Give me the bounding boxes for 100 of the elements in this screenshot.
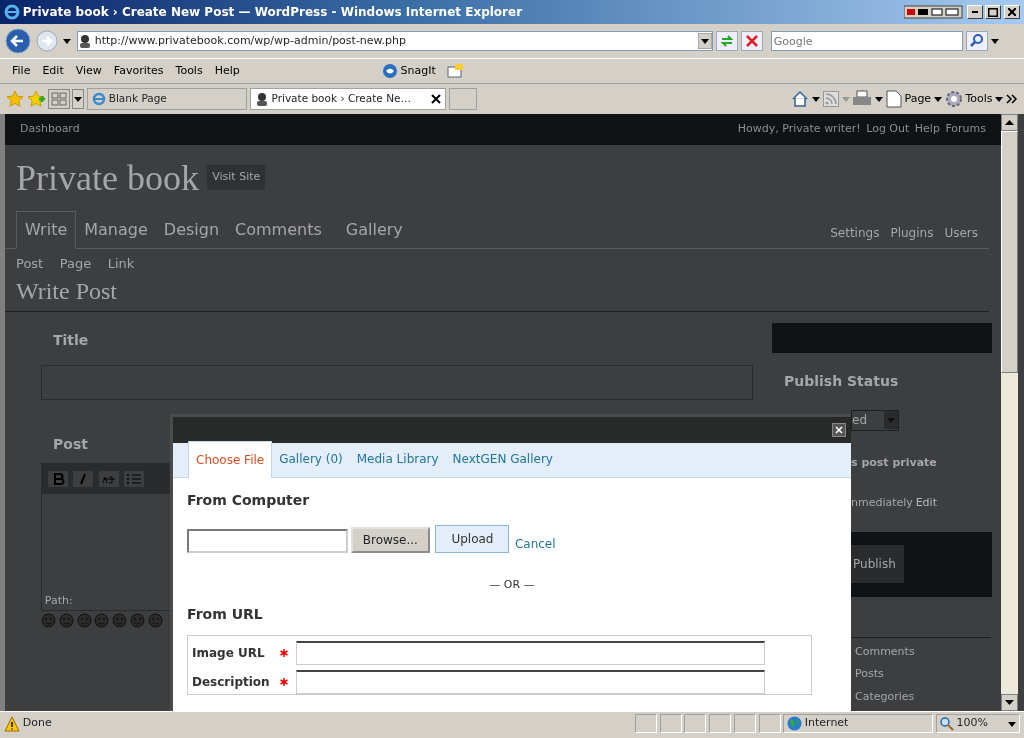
section-heading: From Computer [187,491,311,510]
close-icon[interactable] [430,94,441,104]
scroll-thumb[interactable] [1001,131,1018,373]
dropdown-icon [884,411,898,429]
submenu-link[interactable]: Page [59,254,92,274]
admin-link[interactable]: Log Out [866,121,910,138]
menu-tab[interactable]: Manage [76,211,156,248]
status-panel [709,714,731,733]
field-label: Image URL [192,644,266,662]
stop-icon[interactable] [740,31,763,51]
caret-icon[interactable] [875,95,883,103]
sidebar-link[interactable]: Categories [855,688,992,705]
caret-icon[interactable] [933,95,942,103]
caret-icon[interactable] [61,37,72,45]
security-zone-text: Internet [804,715,849,732]
tools-menu-button[interactable]: Tools [965,90,993,108]
snagit-icon[interactable] [381,63,398,79]
window-maximize-button[interactable] [985,5,1002,19]
dialog-tab[interactable]: Gallery (0) [272,441,350,477]
caret-icon[interactable] [995,95,1004,103]
caret-icon[interactable] [990,37,1001,45]
sidebar-link[interactable]: Posts [855,666,992,683]
status-panel [634,714,657,733]
browser-tab[interactable]: Private book › Create Ne… [249,88,446,110]
home-icon[interactable] [791,90,810,108]
admin-link[interactable]: Forums [945,121,986,138]
menu-item[interactable]: Help [208,62,246,80]
admin-link[interactable]: Help [914,121,940,138]
browser-tab[interactable]: Blank Page [87,88,247,110]
publish-button[interactable]: Publish [851,545,904,583]
sidebar-link[interactable]: Comments [855,643,992,660]
star-icon[interactable] [6,90,24,108]
close-icon [1008,8,1016,16]
menu-tab[interactable]: Write [16,210,77,249]
status-select[interactable]: ed [851,409,899,431]
capture-icon[interactable] [446,63,465,79]
menu-tab[interactable]: Design [155,211,228,248]
address-field[interactable]: http://www.privatebook.com/wp/wp-admin/post-new.php [77,31,713,51]
submenu-link[interactable]: Link [107,254,135,274]
submenu-link[interactable]: Post [16,254,44,274]
search-icon[interactable] [965,31,988,51]
toolbar-button[interactable]: SnagIt [400,62,436,80]
browse-button[interactable]: Browse... [350,527,430,553]
toolbar-icon[interactable] [903,5,964,19]
section-heading: From URL [187,604,264,624]
browser-logo-icon [4,4,20,20]
text-field[interactable] [296,640,765,665]
dialog-tab[interactable]: NextGEN Gallery [445,441,560,477]
upload-button[interactable]: Upload [435,525,510,553]
page-icon[interactable] [885,90,902,108]
field-label: Post [53,434,89,454]
window-minimize-button[interactable] [966,5,983,19]
edit-link[interactable]: Edit [915,495,937,512]
avatar-icon [78,34,92,48]
dashboard-link[interactable]: Dashboard [20,121,738,138]
status-text: Done [22,715,53,732]
menu-item[interactable]: View [69,62,108,80]
window-close-button[interactable] [1004,5,1020,19]
path-label: Path: [43,593,74,609]
status-panel [684,714,707,733]
window-title: Private book › Create New Post — WordPress - Windows Internet Explorer [22,4,524,21]
menu-item[interactable]: Tools [169,62,209,80]
cancel-link[interactable]: Cancel [514,535,556,553]
minimize-icon [971,11,978,13]
menu-item[interactable]: Favorites [107,62,170,80]
avatar-icon [254,92,269,106]
search-field[interactable]: Google [770,31,963,51]
close-icon[interactable] [831,423,846,437]
caret-icon[interactable] [812,95,820,103]
menu-item[interactable]: Edit [36,62,70,80]
zoom-icon [939,716,954,731]
refresh-icon[interactable] [715,31,738,51]
field-label: Title [53,330,90,350]
menu-tab[interactable]: Comments [227,211,330,248]
menu-item[interactable]: File [6,62,37,80]
text-field[interactable] [296,670,765,694]
chevron-icon[interactable] [1006,93,1018,105]
publish-time-text: nmediately [851,495,913,511]
visit-site-button[interactable]: Visit Site [207,165,266,190]
dropdown-icon [698,33,712,49]
field-label: Description [192,674,271,691]
browser-logo-icon [92,92,106,106]
scroll-up-icon[interactable] [1001,114,1018,131]
checkbox-label: s post private [851,454,938,471]
menu-link[interactable]: Settings [830,224,880,248]
menu-tab[interactable]: Gallery [337,211,411,248]
zoom-button[interactable]: 100% [936,714,1020,733]
dialog-tab[interactable]: Media Library [349,441,446,477]
settings-icon[interactable] [944,90,963,108]
scroll-down-icon[interactable] [1001,694,1018,711]
back-icon[interactable] [4,27,32,55]
file-path-field[interactable] [187,529,348,553]
caret-icon[interactable] [72,89,85,109]
page-menu-button[interactable]: Page [904,90,932,108]
caret-icon [1008,719,1017,728]
scrollbar[interactable] [1001,114,1018,711]
menu-link[interactable]: Users [944,224,978,248]
dialog-tab[interactable]: Choose File [188,441,273,478]
maximize-icon [988,7,999,17]
menu-link[interactable]: Plugins [890,224,934,248]
